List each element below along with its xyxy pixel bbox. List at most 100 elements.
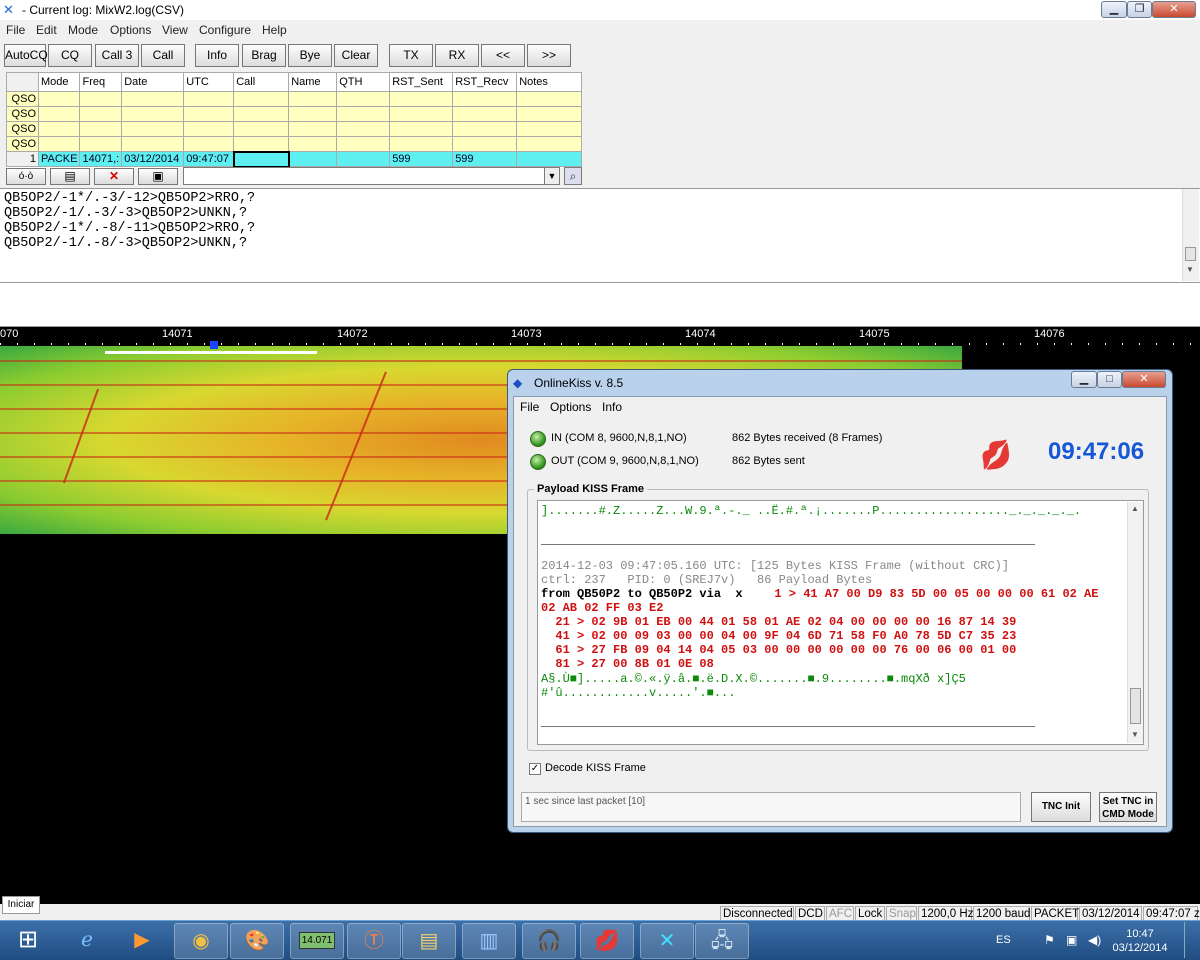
menu-mode[interactable]: Mode xyxy=(68,23,98,37)
table-row[interactable]: QSO xyxy=(6,121,582,137)
table-cell[interactable] xyxy=(233,121,290,137)
table-cell[interactable] xyxy=(121,121,185,137)
save-icon[interactable]: ▣ xyxy=(138,168,178,185)
table-cell[interactable] xyxy=(121,136,185,152)
table-cell-notes[interactable] xyxy=(516,151,582,167)
table-cell[interactable] xyxy=(288,121,338,137)
menu-file[interactable]: File xyxy=(6,23,25,37)
clear-button[interactable]: Clear xyxy=(334,44,378,67)
next-button[interactable]: >> xyxy=(527,44,571,67)
rx-scrollbar[interactable]: ▼ xyxy=(1182,189,1199,281)
table-cell-mode[interactable]: PACKE xyxy=(37,151,81,167)
table-cell[interactable] xyxy=(336,106,391,122)
table-cell[interactable] xyxy=(183,91,235,107)
rx-button[interactable]: RX xyxy=(435,44,479,67)
call-button[interactable]: Call xyxy=(141,44,185,67)
tuning-flag-icon[interactable] xyxy=(210,341,218,349)
ie-icon[interactable]: ℯ xyxy=(60,923,114,959)
table-cell[interactable] xyxy=(37,106,81,122)
buildings-icon[interactable]: ▥ xyxy=(462,923,516,959)
table-cell[interactable] xyxy=(452,136,518,152)
bye-button[interactable]: Bye xyxy=(288,44,332,67)
onlinekiss-taskbar-icon[interactable]: 💋 xyxy=(580,923,634,959)
table-cell[interactable] xyxy=(233,91,290,107)
start-button[interactable]: ⊞ xyxy=(2,923,54,959)
table-cell[interactable] xyxy=(288,136,338,152)
transmit-text-area[interactable] xyxy=(0,283,1200,327)
table-cell[interactable] xyxy=(79,106,123,122)
table-cell[interactable] xyxy=(37,121,81,137)
tnc-init-button[interactable]: TNC Init xyxy=(1031,792,1091,822)
ok-menu-file[interactable]: File xyxy=(520,400,539,414)
table-cell[interactable] xyxy=(389,121,454,137)
menu-configure[interactable]: Configure xyxy=(199,23,251,37)
table-cell[interactable] xyxy=(452,106,518,122)
log-col-qth[interactable]: QTH xyxy=(336,72,391,92)
receive-text-area[interactable]: QB5OP2/-1*/.-3/-12>QB5OP2>RRO,? QB5OP2/-… xyxy=(0,188,1200,283)
table-cell[interactable] xyxy=(183,106,235,122)
table-cell[interactable] xyxy=(79,121,123,137)
tx-button[interactable]: TX xyxy=(389,44,433,67)
autocq-button[interactable]: AutoCQ xyxy=(4,44,48,67)
mixw-freq-icon[interactable]: 14.071 xyxy=(290,923,344,959)
table-cell-name[interactable] xyxy=(288,151,338,167)
table-row-selected[interactable]: 1 PACKE 14071,: 03/12/2014 09:47:07 599 … xyxy=(6,150,582,168)
info-button[interactable]: Info xyxy=(195,44,239,67)
menu-view[interactable]: View xyxy=(162,23,188,37)
table-cell[interactable] xyxy=(336,121,391,137)
glasses-icon[interactable]: ó·ò xyxy=(6,168,46,185)
document-icon[interactable]: ▤ xyxy=(50,168,90,185)
log-col-utc[interactable]: UTC xyxy=(183,72,235,92)
table-cell-rst-recv[interactable]: 599 xyxy=(452,151,518,167)
language-indicator[interactable]: ES xyxy=(996,934,1011,946)
table-cell[interactable] xyxy=(121,106,185,122)
chevron-down-icon[interactable]: ▼ xyxy=(544,167,560,185)
log-col-name[interactable]: Name xyxy=(288,72,338,92)
table-cell[interactable] xyxy=(452,91,518,107)
table-cell[interactable] xyxy=(37,136,81,152)
folder-icon[interactable]: ▤ xyxy=(402,923,456,959)
tray-volume-icon[interactable]: ◀) xyxy=(1088,933,1101,947)
ok-menu-info[interactable]: Info xyxy=(602,400,622,414)
ok-minimize-button[interactable]: ▁ xyxy=(1071,371,1097,388)
table-cell-date[interactable]: 03/12/2014 xyxy=(121,151,185,167)
menu-edit[interactable]: Edit xyxy=(36,23,57,37)
table-cell[interactable] xyxy=(121,91,185,107)
paint-icon[interactable]: 🎨 xyxy=(230,923,284,959)
table-cell[interactable] xyxy=(183,121,235,137)
show-desktop-button[interactable] xyxy=(1184,922,1198,958)
close-button[interactable]: ✕ xyxy=(1152,1,1196,18)
table-cell-rst-sent[interactable]: 599 xyxy=(389,151,454,167)
payload-text-area[interactable]: ].......#.Z.....Z...W.9.ª.-._ ..Ë.#.ª.¡.… xyxy=(537,500,1144,745)
minimize-button[interactable]: ▁ xyxy=(1101,1,1127,18)
table-cell[interactable] xyxy=(389,91,454,107)
log-filter-combo[interactable] xyxy=(183,167,560,185)
decode-kiss-checkbox[interactable]: ✓ xyxy=(529,763,541,775)
ok-maximize-button[interactable]: □ xyxy=(1097,371,1122,388)
table-cell[interactable] xyxy=(233,106,290,122)
tray-network-icon[interactable]: ▣ xyxy=(1066,933,1077,947)
table-cell[interactable] xyxy=(79,91,123,107)
table-row[interactable]: QSO xyxy=(6,106,582,122)
table-cell-freq[interactable]: 14071,: xyxy=(79,151,123,167)
log-col-mode[interactable]: Mode xyxy=(37,72,81,92)
log-col-call[interactable]: Call xyxy=(233,72,290,92)
taskbar-clock[interactable]: 10:47 03/12/2014 xyxy=(1110,927,1170,955)
maximize-button[interactable]: ❐ xyxy=(1127,1,1152,18)
table-row[interactable]: QSO xyxy=(6,136,582,152)
orbitron-icon[interactable]: Ⓣ xyxy=(347,923,401,959)
table-cell[interactable] xyxy=(336,136,391,152)
frequency-ruler[interactable]: 070 14071 14072 14073 14074 14075 14076 xyxy=(0,328,1200,346)
table-cell[interactable] xyxy=(288,106,338,122)
delete-icon[interactable]: ✕ xyxy=(94,168,134,185)
search-icon[interactable]: ⌕ xyxy=(564,167,582,185)
headphones-icon[interactable]: 🎧 xyxy=(522,923,576,959)
brag-button[interactable]: Brag xyxy=(242,44,286,67)
menu-options[interactable]: Options xyxy=(110,23,151,37)
table-cell-utc[interactable]: 09:47:07 xyxy=(183,151,235,167)
menu-help[interactable]: Help xyxy=(262,23,287,37)
table-cell[interactable] xyxy=(516,106,582,122)
table-cell[interactable] xyxy=(233,136,290,152)
ok-menu-options[interactable]: Options xyxy=(550,400,591,414)
log-col-freq[interactable]: Freq xyxy=(79,72,123,92)
